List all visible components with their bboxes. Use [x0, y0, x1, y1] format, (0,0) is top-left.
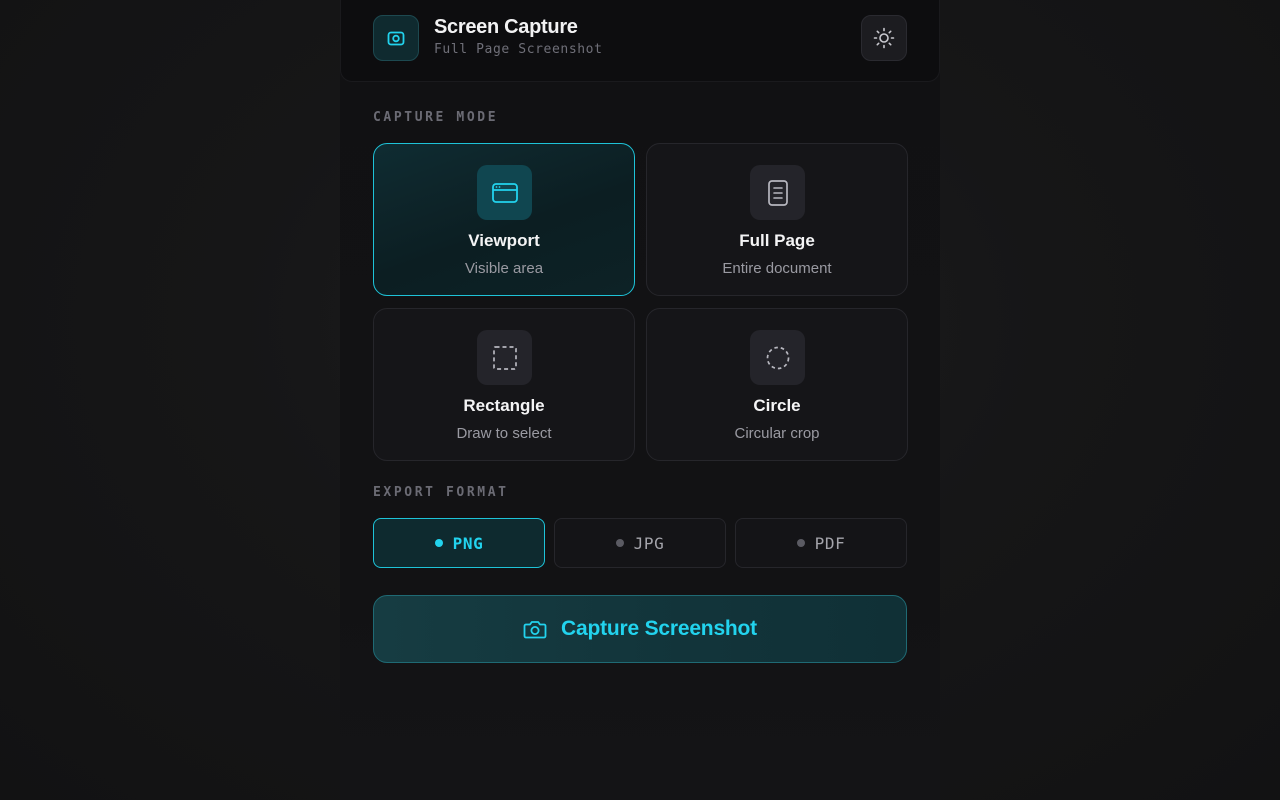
mode-desc: Draw to select [456, 425, 552, 442]
app-title: Screen Capture [434, 16, 578, 38]
document-icon [767, 179, 788, 206]
mode-icon-rectangle [477, 330, 532, 385]
capture-mode-label: CAPTURE MODE [373, 110, 499, 125]
mode-title: Viewport [468, 231, 540, 250]
browser-window-icon [491, 182, 518, 203]
mode-card-full-page[interactable]: Full Page Entire document [646, 143, 908, 296]
header-bar: Screen Capture Full Page Screenshot [340, 0, 940, 82]
format-option-pdf[interactable]: PDF [735, 518, 907, 568]
radio-dot [434, 539, 443, 547]
mode-icon-circle [750, 330, 805, 385]
dashed-circle-icon [766, 346, 789, 369]
mode-card-rectangle[interactable]: Rectangle Draw to select [373, 308, 635, 461]
mode-desc: Entire document [722, 260, 832, 277]
mode-icon-viewport [477, 165, 532, 220]
format-label: PNG [452, 533, 484, 553]
camera-icon [387, 31, 405, 46]
mode-desc: Circular crop [734, 425, 820, 442]
mode-title: Rectangle [463, 396, 545, 415]
format-option-jpg[interactable]: JPG [554, 518, 726, 568]
radio-dot [615, 539, 624, 547]
radio-dot [796, 539, 805, 547]
mode-title: Full Page [739, 231, 815, 250]
capture-screenshot-button[interactable]: Capture Screenshot [373, 595, 907, 663]
format-label: PDF [814, 533, 846, 553]
format-label: JPG [633, 533, 665, 553]
app-camera-icon [373, 15, 419, 61]
mode-desc: Visible area [464, 260, 544, 277]
mode-title: Circle [753, 396, 801, 415]
capture-button-label: Capture Screenshot [561, 617, 757, 640]
sun-icon [873, 27, 895, 49]
app-subtitle: Full Page Screenshot [434, 42, 603, 57]
dashed-rectangle-icon [492, 345, 517, 370]
mode-card-circle[interactable]: Circle Circular crop [646, 308, 908, 461]
theme-toggle-button[interactable] [861, 15, 907, 61]
mode-icon-full-page [750, 165, 805, 220]
camera-icon [523, 621, 547, 639]
export-format-label: EXPORT FORMAT [373, 485, 509, 500]
mode-card-viewport[interactable]: Viewport Visible area [373, 143, 635, 296]
format-option-png[interactable]: PNG [373, 518, 545, 568]
